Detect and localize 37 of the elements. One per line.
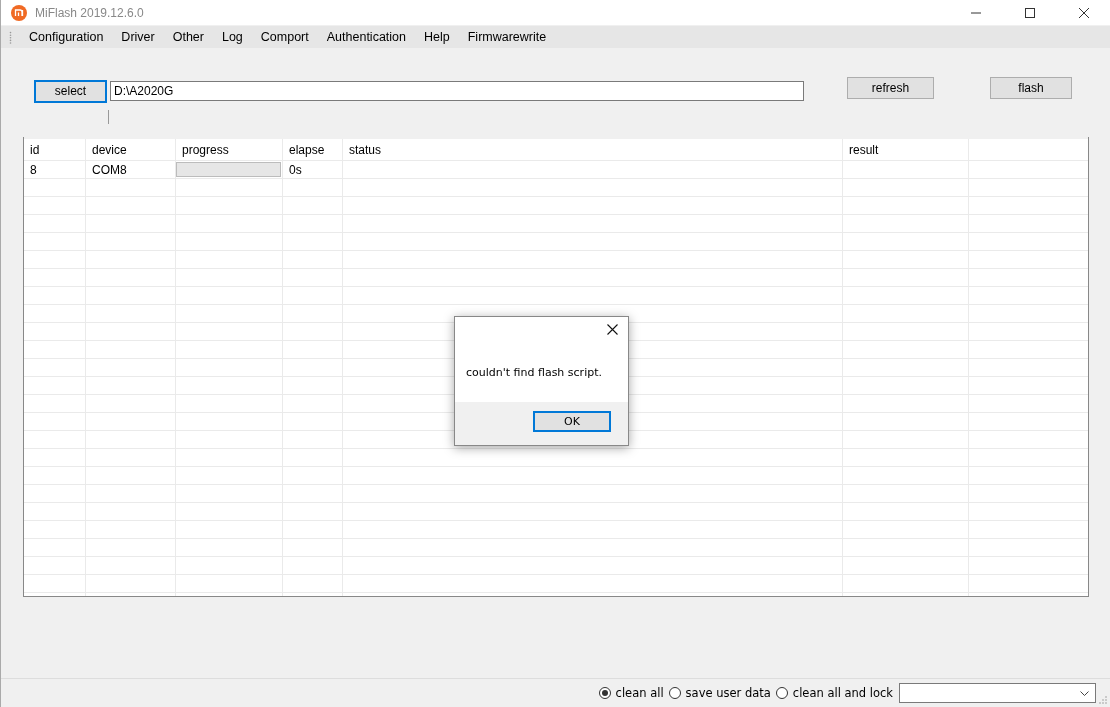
ok-button[interactable]: OK — [533, 411, 611, 432]
column-header[interactable]: device — [86, 139, 176, 160]
column-header[interactable]: status — [343, 139, 843, 160]
column-header[interactable]: elapse — [283, 139, 343, 160]
close-icon[interactable] — [1078, 6, 1090, 19]
radio-label[interactable]: clean all and lock — [792, 686, 893, 700]
dropdown[interactable] — [899, 683, 1096, 703]
column-header[interactable]: progress — [176, 139, 283, 160]
grip-icon — [9, 30, 12, 44]
logo-icon — [11, 4, 27, 21]
menu-item[interactable]: Firmwarewrite — [458, 30, 556, 44]
path-field[interactable]: D:\A2020G — [110, 81, 804, 101]
menu-item[interactable]: Help — [415, 30, 459, 44]
menu-item[interactable]: Log — [212, 30, 252, 44]
refresh-button[interactable]: refresh — [847, 77, 934, 99]
window-title: MiFlash 2019.12.6.0 — [35, 5, 144, 20]
menu-item[interactable]: Driver — [112, 30, 164, 44]
select-button[interactable]: select — [34, 79, 107, 103]
radio-label[interactable]: clean all — [615, 686, 664, 700]
radio-button[interactable] — [598, 687, 611, 699]
column-header[interactable]: result — [843, 139, 969, 160]
menu-item[interactable]: Configuration — [20, 30, 113, 44]
dialog-message: couldn't find flash script. — [466, 366, 602, 379]
resize-grip-icon[interactable] — [1099, 696, 1107, 704]
menu-item[interactable]: Authentication — [317, 30, 415, 44]
close-icon[interactable] — [607, 324, 618, 335]
radio-button[interactable] — [668, 687, 681, 699]
maximize-icon[interactable] — [1024, 6, 1036, 19]
menu-item[interactable]: Comport — [251, 30, 318, 44]
radio-button[interactable] — [775, 687, 788, 699]
table-cell: 8 — [24, 161, 86, 178]
radio-label[interactable]: save user data — [685, 686, 771, 700]
table-cell: 0s — [283, 161, 343, 178]
flash-button[interactable]: flash — [990, 77, 1072, 99]
chevron-icon — [1080, 690, 1089, 696]
column-header[interactable]: id — [24, 139, 86, 160]
menu-item[interactable]: Other — [163, 30, 213, 44]
